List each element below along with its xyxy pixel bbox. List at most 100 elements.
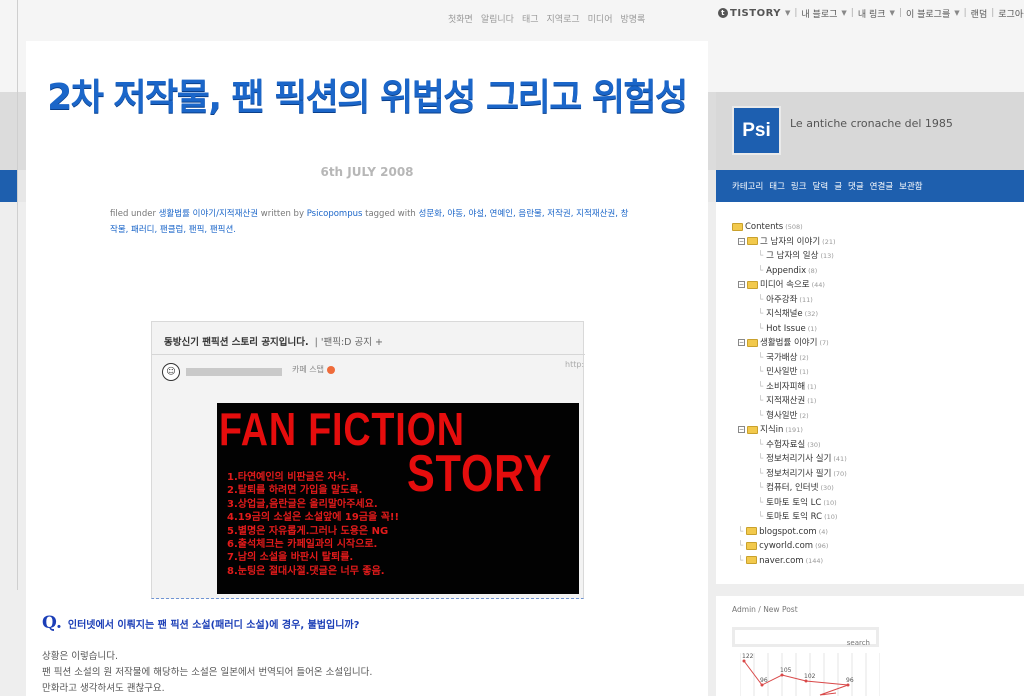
blog-title[interactable]: Le antiche cronache del 1985 — [790, 117, 953, 130]
category-item[interactable]: − 미디어 속으로 (44) — [732, 278, 847, 293]
category-item[interactable]: └ 민사일반 (1) — [732, 365, 847, 380]
tag-link[interactable]: 팬픽, — [189, 225, 207, 235]
tree-line: └ — [758, 309, 764, 319]
tistory-toolbar: t TISTORY ▼ | 내 블로그 ▼ | 내 링크 ▼ | 이 블로그를 … — [718, 6, 1024, 20]
written-by-label: written by — [260, 209, 304, 219]
category-link[interactable]: 생활법률 이야기/지적재산권 — [159, 209, 258, 219]
tree-line: └ — [758, 410, 764, 421]
category-item[interactable]: └ 아주강좌 (11) — [732, 293, 847, 308]
tag-link[interactable]: 연예인, — [490, 209, 516, 219]
category-count: (44) — [811, 281, 825, 289]
top-nav-notice[interactable]: 알림니다 — [481, 12, 514, 25]
category-label: Appendix — [766, 265, 807, 276]
category-item[interactable]: └ blogspot.com (4) — [732, 525, 847, 540]
chevron-down-icon[interactable]: ▼ — [890, 9, 895, 17]
collapse-icon[interactable]: − — [738, 281, 745, 288]
tag-link[interactable]: 팬클럽, — [160, 225, 186, 235]
category-item[interactable]: − 지식in (191) — [732, 423, 847, 438]
sidebar-tab-category[interactable]: 카테고리 — [732, 180, 763, 192]
category-item[interactable]: └ 컴퓨터, 인터넷 (30) — [732, 481, 847, 496]
sidebar-tab-archive[interactable]: 보관함 — [899, 180, 922, 192]
poster-rules: 1.타연예인의 비판글은 자삭. 2.탈퇴를 하려면 가입을 말도록. 3.상업… — [227, 471, 399, 578]
tree-line: └ — [758, 439, 764, 450]
tistory-logo[interactable]: t TISTORY — [718, 8, 781, 19]
body-line: 팬 픽션 소설의 원 저작물에 해당하는 소설은 일본에서 번역되어 들어온 소… — [42, 667, 373, 678]
category-item[interactable]: └ 형사일반 (2) — [732, 409, 847, 424]
category-item[interactable]: └ 국가배상 (2) — [732, 351, 847, 366]
sidebar-tab-link[interactable]: 링크 — [791, 180, 807, 192]
sidebar-tab-post[interactable]: 글 — [834, 180, 842, 192]
chevron-down-icon[interactable]: ▼ — [841, 9, 846, 17]
category-item[interactable]: └ 토마토 토익 LC (10) — [732, 496, 847, 511]
this-blog-menu[interactable]: 이 블로그를 — [906, 7, 950, 20]
top-nav-home[interactable]: 첫화면 — [448, 12, 473, 25]
tag-link[interactable]: 지적재산권, — [576, 209, 618, 219]
category-count: (508) — [785, 223, 803, 231]
category-item[interactable]: − 그 남자의 이야기 (21) — [732, 235, 847, 250]
tag-link[interactable]: 성문화, — [419, 209, 445, 219]
category-label: 컴퓨터, 인터넷 — [766, 483, 819, 493]
collapse-icon[interactable]: − — [738, 426, 745, 433]
top-nav-guestbook[interactable]: 방명록 — [621, 12, 646, 25]
tree-line: └ — [758, 381, 764, 392]
category-item[interactable]: └ cyworld.com (96) — [732, 539, 847, 554]
top-nav-media[interactable]: 미디어 — [588, 12, 613, 25]
category-item[interactable]: └ 정보처리기사 필기 (70) — [732, 467, 847, 482]
category-label: 소비자피해 — [766, 381, 806, 392]
post-title[interactable]: 2차 저작물, 팬 픽션의 위법성 그리고 위험성 — [26, 73, 708, 123]
poster-rule: 2.탈퇴를 하려면 가입을 말도록. — [227, 485, 363, 497]
search-box — [732, 627, 879, 650]
top-nav: 첫화면 알림니다 태그 지역로그 미디어 방명록 — [448, 12, 645, 25]
chevron-down-icon[interactable]: ▼ — [954, 9, 959, 17]
category-item[interactable]: └ 지적재산권 (1) — [732, 394, 847, 409]
category-item[interactable]: └ 수험자료실 (30) — [732, 438, 847, 453]
category-item[interactable]: └ 토마토 토익 RC (10) — [732, 510, 847, 525]
visitor-value: 122 — [742, 653, 754, 660]
category-item[interactable]: − 생활법률 이야기 (7) — [732, 336, 847, 351]
tag-link[interactable]: 팬픽션. — [210, 225, 236, 235]
question-heading: Q. 인터넷에서 이뤄지는 팬 픽션 소설(패러디 소설)에 경우, 불법입니까? — [42, 613, 359, 633]
tag-link[interactable]: 저작권, — [547, 209, 573, 219]
my-blog-menu[interactable]: 내 블로그 — [801, 7, 837, 20]
sidebar-tab-comment[interactable]: 댓글 — [848, 180, 864, 192]
category-label: 생활법률 이야기 — [760, 338, 818, 348]
sidebar-tab-calendar[interactable]: 달력 — [813, 180, 829, 192]
blog-logo[interactable]: Psi — [732, 106, 781, 155]
category-item[interactable]: Contents (508) — [732, 220, 847, 235]
category-item[interactable]: └ 정보처리기사 실기 (41) — [732, 452, 847, 467]
category-label: Hot Issue — [766, 323, 806, 334]
category-item[interactable]: └ Appendix (8) — [732, 264, 847, 279]
tree-line: └ — [738, 541, 744, 551]
logout-link[interactable]: 로그아웃 — [998, 7, 1024, 20]
folder-icon — [747, 425, 758, 434]
category-count: (11) — [799, 295, 813, 304]
top-nav-tag[interactable]: 태그 — [522, 12, 539, 25]
tag-link[interactable]: 패러디, — [131, 225, 157, 235]
tag-link[interactable]: 야설, — [468, 209, 486, 219]
collapse-icon[interactable]: − — [738, 237, 745, 245]
cafe-url: http: — [565, 360, 585, 369]
poster-rule: 1.타연예인의 비판글은 자삭. — [227, 472, 350, 483]
category-item[interactable]: └ naver.com (144) — [732, 554, 847, 569]
sidebar-tab-trackback[interactable]: 연결글 — [870, 180, 893, 192]
sidebar-tab-tag[interactable]: 태그 — [769, 180, 785, 192]
tree-line: └ — [758, 367, 764, 377]
visitor-value: 96 — [846, 677, 854, 684]
author-link[interactable]: Psicopompus — [307, 209, 363, 219]
category-item[interactable]: └ Hot Issue (1) — [732, 322, 847, 337]
admin-new-post-link[interactable]: Admin / New Post — [732, 605, 798, 614]
search-input[interactable] — [735, 636, 876, 650]
chevron-down-icon[interactable]: ▼ — [785, 9, 790, 17]
category-item[interactable]: └ 소비자피해 (1) — [732, 380, 847, 395]
tree-line: └ — [758, 497, 764, 508]
poster-rule: 7.남의 소설을 바판시 탈퇴를. — [227, 552, 354, 564]
top-nav-location[interactable]: 지역로그 — [547, 12, 580, 25]
random-link[interactable]: 랜덤 — [971, 7, 988, 20]
post-date: 6th JULY 2008 — [320, 165, 414, 179]
my-link-menu[interactable]: 내 링크 — [858, 7, 886, 20]
tag-link[interactable]: 야동, — [447, 209, 465, 219]
category-item[interactable]: └ 그 남자의 일상 (13) — [732, 249, 847, 264]
category-item[interactable]: └ 지식채널e (32) — [732, 307, 847, 322]
collapse-icon[interactable]: − — [738, 339, 745, 346]
tag-link[interactable]: 음란물, — [518, 209, 544, 219]
